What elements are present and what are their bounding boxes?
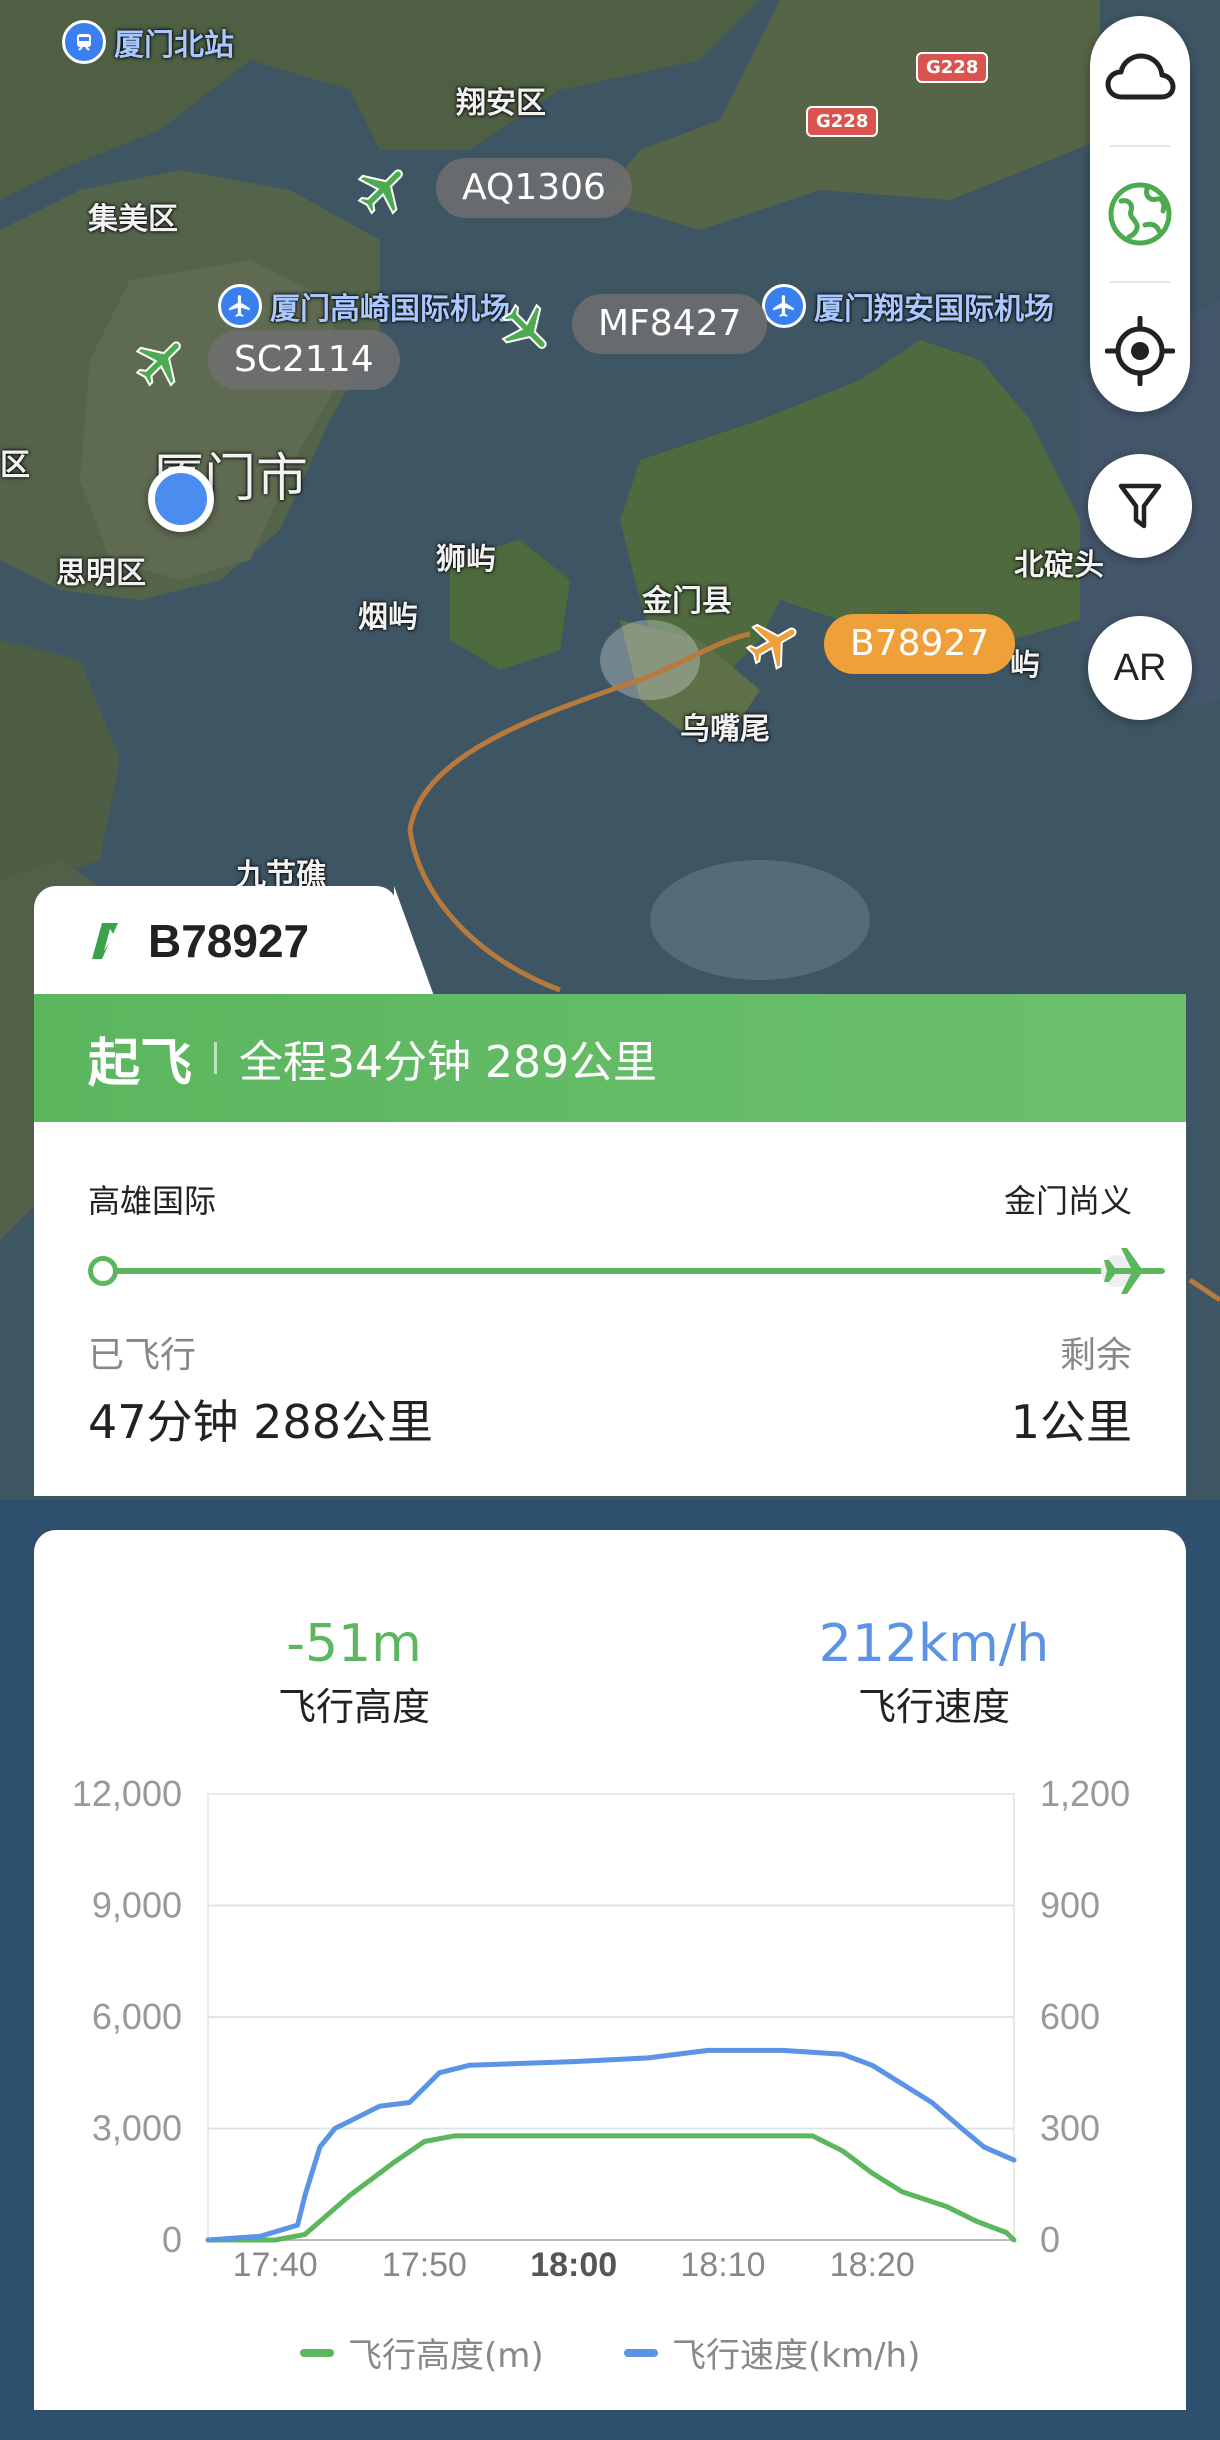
altitude-series-line <box>205 2133 1017 2243</box>
x-tick-label: 17:50 <box>382 2246 467 2284</box>
x-tick-label: 17:40 <box>233 2246 318 2284</box>
y-right-tick-label: 0 <box>1040 2219 1060 2260</box>
y-left-tick-label: 9,000 <box>92 1885 182 1926</box>
legend-speed[interactable]: 飞行速度(km/h) <box>624 2328 920 2377</box>
altitude-speed-chart: 12,000 1,200 9,000 900 6,000 600 3,000 300 0 0 17:… <box>72 1773 1130 2284</box>
y-left-tick-label: 6,000 <box>92 1996 182 2037</box>
y-left-tick-label: 0 <box>162 2219 182 2260</box>
x-tick-label: 18:00 <box>530 2246 617 2284</box>
legend-speed-label: 飞行速度(km/h) <box>672 2336 921 2376</box>
x-tick-label: 18:20 <box>830 2246 915 2284</box>
y-right-tick-label: 600 <box>1040 1996 1100 2037</box>
legend-swatch-green <box>300 2348 334 2357</box>
x-tick-label: 18:10 <box>680 2246 765 2284</box>
legend-altitude[interactable]: 飞行高度(m) <box>300 2328 544 2377</box>
legend-altitude-label: 飞行高度(m) <box>348 2336 544 2376</box>
y-right-tick-label: 900 <box>1040 1885 1100 1926</box>
y-right-tick-label: 1,200 <box>1040 1773 1130 1814</box>
y-right-tick-label: 300 <box>1040 2108 1100 2149</box>
y-left-tick-label: 12,000 <box>72 1773 182 1814</box>
y-left-tick-label: 3,000 <box>92 2108 182 2149</box>
legend-swatch-blue <box>624 2348 658 2357</box>
